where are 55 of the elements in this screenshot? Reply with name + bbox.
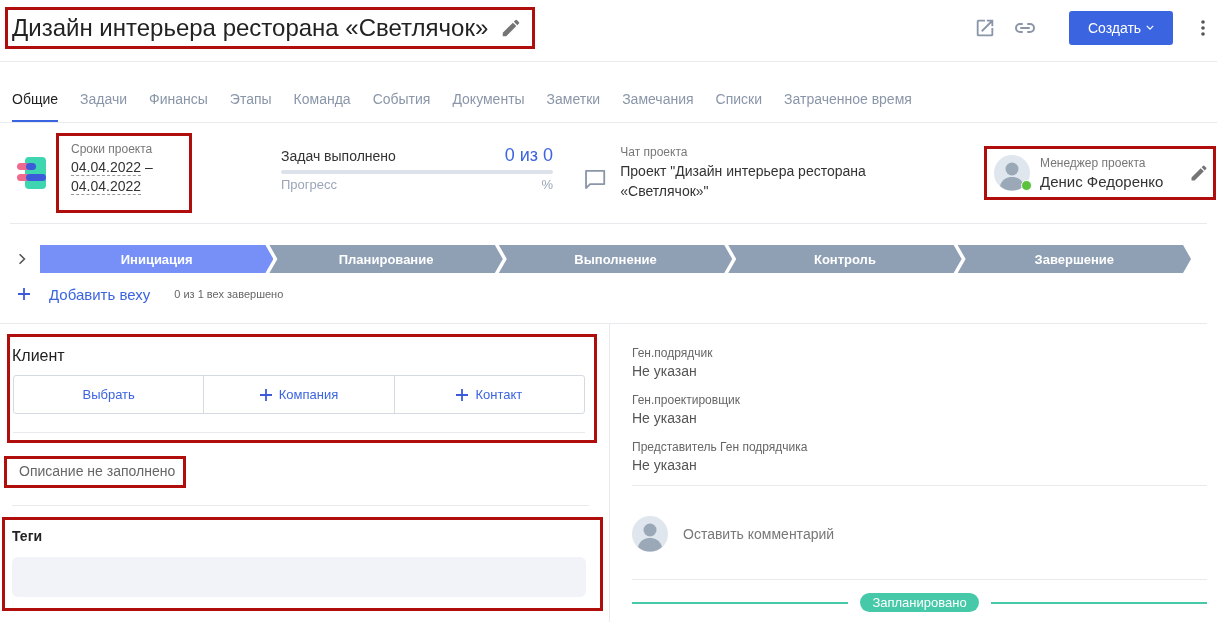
progress-label: Прогресс — [281, 176, 337, 192]
caret-icon — [1146, 25, 1155, 30]
more-icon — [1201, 19, 1205, 36]
tab[interactable]: События — [372, 91, 431, 122]
avatar-icon — [632, 515, 668, 552]
field-value: Не указан — [632, 457, 698, 473]
date-separator: – — [145, 159, 153, 175]
stage-tab[interactable]: Завершение — [957, 245, 1192, 273]
date-link[interactable]: 04.04.2022 — [71, 178, 142, 195]
field-label: Ген.подрядчик — [632, 346, 714, 360]
create-button[interactable]: Создать — [1069, 10, 1173, 45]
progress-percent: % — [541, 176, 553, 192]
tasks-label: Задач выполнено — [281, 147, 396, 164]
tab[interactable]: Замечания — [622, 91, 694, 122]
field-label: Ген.проектировщик — [632, 393, 741, 407]
tab[interactable]: Финансы — [149, 91, 208, 122]
tab[interactable]: Общие — [12, 91, 59, 122]
tab[interactable]: Этапы — [229, 91, 272, 122]
date-link[interactable]: 04.04.2022 — [71, 159, 142, 176]
project-logo-icon — [17, 157, 47, 189]
tab[interactable]: Задачи — [80, 91, 128, 122]
add-milestone-button[interactable]: Добавить веху — [18, 285, 151, 303]
tab[interactable]: Заметки — [546, 91, 601, 122]
status-badge: Запланировано — [860, 593, 979, 612]
client-button[interactable]: Компания — [203, 376, 394, 413]
tasks-count: 0 из 0 — [504, 144, 553, 166]
page-title: Дизайн интерьера ресторана «Светлячок» — [12, 13, 489, 42]
field-value: Не указан — [632, 363, 698, 379]
description-text: Описание не заполнено — [19, 463, 176, 479]
milestone-summary: 0 из 1 вех завершено — [174, 288, 284, 300]
field-value: Не указан — [632, 410, 698, 426]
chat-label: Чат проекта — [620, 145, 689, 159]
stage-tab[interactable]: Инициация — [40, 245, 274, 273]
client-button[interactable]: Выбрать — [14, 376, 204, 413]
manager-name: Денис Федоренко — [1040, 173, 1164, 190]
manager-label: Менеджер проекта — [1040, 156, 1147, 170]
field-label: Представитель Ген подрядчика — [632, 440, 809, 454]
stage-tab[interactable]: Планирование — [269, 245, 503, 273]
stage-tab[interactable]: Выполнение — [498, 245, 733, 273]
client-button[interactable]: Контакт — [393, 376, 584, 413]
dates-label: Сроки проекта — [71, 142, 154, 156]
tab[interactable]: Списки — [715, 91, 763, 122]
plus-icon — [259, 388, 272, 401]
plus-icon — [456, 388, 469, 401]
client-title: Клиент — [12, 347, 66, 365]
stage-tab[interactable]: Контроль — [728, 245, 962, 273]
pencil-icon — [1189, 163, 1209, 183]
avatar-icon — [994, 155, 1030, 191]
tab[interactable]: Команда — [293, 91, 351, 122]
chat-link[interactable]: Проект "Дизайн интерьера ресторана «Светлячок»" — [620, 161, 913, 201]
chevron-right-icon — [18, 252, 26, 266]
tags-title: Теги — [12, 528, 44, 544]
tab[interactable]: Документы — [452, 91, 525, 122]
plus-icon — [18, 288, 30, 300]
tab[interactable]: Затраченное время — [784, 91, 912, 122]
